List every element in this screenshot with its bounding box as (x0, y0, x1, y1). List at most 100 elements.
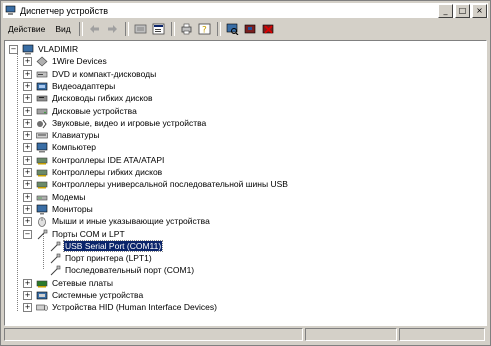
expand-toggle[interactable]: + (23, 167, 32, 177)
expand-toggle[interactable]: + (23, 56, 32, 66)
tree-item-selected[interactable]: USB Serial Port (COM11) (49, 240, 164, 252)
back-icon[interactable] (87, 22, 103, 36)
toolbar-separator (170, 22, 175, 36)
computer-icon (22, 44, 34, 55)
usb-key-icon (36, 56, 48, 67)
tree-item[interactable]: + Контроллеры универсальной последователь… (23, 178, 289, 190)
update-icon[interactable] (243, 22, 259, 36)
device-manager-window: Диспетчер устройств _ □ × Действие Вид ? (0, 0, 491, 346)
up-icon[interactable] (133, 22, 149, 36)
display-adapter-icon (36, 81, 48, 92)
expand-toggle[interactable]: + (23, 118, 32, 128)
expand-toggle[interactable]: + (23, 106, 32, 116)
maximize-button[interactable]: □ (455, 4, 470, 18)
tree-item[interactable]: + Устройства HID (Human Interface Devices… (23, 301, 218, 313)
tree-item[interactable]: + Модемы (23, 191, 86, 203)
tree-item-label: Контроллеры IDE ATA/ATAPI (52, 155, 165, 165)
menu-view[interactable]: Вид (50, 24, 75, 34)
device-tree[interactable]: − VLADIMIR +1Wire Devices + DVD и компакт-… (4, 40, 487, 326)
toolbar-separator (124, 22, 129, 36)
expand-toggle[interactable]: + (23, 130, 32, 140)
tree-connector-line (17, 53, 18, 311)
tree-item[interactable]: + Дисковые устройства (23, 105, 138, 117)
toolbar: Действие Вид ? (3, 19, 488, 39)
tree-item-label: Мыши и иные указывающие устройства (52, 216, 210, 226)
expand-toggle[interactable]: + (23, 290, 32, 300)
collapse-toggle[interactable]: − (23, 229, 32, 239)
status-panel-tertiary (398, 328, 485, 341)
tree-item[interactable]: + Мониторы (23, 203, 94, 215)
tree-item[interactable]: − Порты COM и LPT (23, 228, 126, 240)
tree-item[interactable]: + Клавиатуры (23, 129, 100, 141)
svg-text:?: ? (202, 26, 207, 36)
floppy-controller-icon (36, 167, 48, 178)
collapse-toggle[interactable]: − (9, 44, 18, 54)
tree-item-label: Звуковые, видео и игровые устройства (52, 118, 207, 128)
tree-item[interactable]: + Системные устройства (23, 289, 144, 301)
tree-item[interactable]: + Сетевые платы (23, 277, 114, 289)
floppy-icon (36, 93, 48, 104)
expand-toggle[interactable]: + (23, 142, 32, 152)
tree-item[interactable]: + Контроллеры IDE ATA/ATAPI (23, 154, 165, 166)
tree-item-label: Контроллеры гибких дисков (52, 167, 163, 177)
expand-toggle[interactable]: + (23, 204, 32, 214)
port-icon (49, 241, 61, 252)
port-icon (49, 265, 61, 276)
tree-item[interactable]: + Мыши и иные указывающие устройства (23, 215, 211, 227)
expand-toggle[interactable]: + (23, 302, 32, 312)
network-card-icon (36, 278, 48, 289)
tree-item[interactable]: + Контроллеры гибких дисков (23, 166, 163, 178)
expand-toggle[interactable]: + (23, 179, 32, 189)
minimize-button[interactable]: _ (438, 4, 453, 18)
tree-root-label: VLADIMIR (38, 44, 79, 54)
tree-item[interactable]: + Звуковые, видео и игровые устройства (23, 117, 207, 129)
tree-child-label: Порт принтера (LPT1) (65, 253, 152, 263)
expand-toggle[interactable]: + (23, 278, 32, 288)
tree-item[interactable]: + Дисководы гибких дисков (23, 92, 154, 104)
hid-icon (36, 302, 48, 313)
hard-disk-icon (36, 106, 48, 117)
expand-toggle[interactable]: + (23, 93, 32, 103)
uninstall-icon[interactable] (261, 22, 277, 36)
usb-controller-icon (36, 179, 48, 190)
port-icon (49, 253, 61, 264)
tree-item[interactable]: +1Wire Devices (23, 55, 108, 67)
tree-item[interactable]: + DVD и компакт-дисководы (23, 68, 157, 80)
expand-toggle[interactable]: + (23, 81, 32, 91)
tree-item-label: Видеоадаптеры (52, 81, 116, 91)
title-bar[interactable]: Диспетчер устройств _ □ × (3, 3, 488, 18)
close-button[interactable]: × (472, 4, 487, 18)
mouse-icon (36, 216, 48, 227)
ide-controller-icon (36, 155, 48, 166)
tree-item[interactable]: + Компьютер (23, 141, 97, 153)
help-icon[interactable]: ? (197, 22, 213, 36)
tree-item-label: DVD и компакт-дисководы (52, 69, 157, 79)
tree-item-label: Порты COM и LPT (52, 229, 125, 239)
cdrom-icon (36, 69, 48, 80)
scan-icon[interactable] (225, 22, 241, 36)
tree-child-item[interactable]: Последовательный порт (COM1) (49, 264, 195, 276)
window-title: Диспетчер устройств (20, 5, 108, 16)
forward-icon[interactable] (105, 22, 121, 36)
menu-action[interactable]: Действие (3, 24, 50, 34)
sound-icon (36, 118, 48, 129)
toolbar-separator (78, 22, 83, 36)
expand-toggle[interactable]: + (23, 216, 32, 226)
expand-toggle[interactable]: + (23, 69, 32, 79)
properties-icon[interactable] (151, 22, 167, 36)
modem-icon (36, 192, 48, 203)
tree-item-label: 1Wire Devices (52, 56, 107, 66)
computer-icon (36, 142, 48, 153)
tree-item-label: Клавиатуры (52, 130, 100, 140)
print-icon[interactable] (179, 22, 195, 36)
tree-item-label: Устройства HID (Human Interface Devices) (52, 302, 217, 312)
system-device-icon (36, 290, 48, 301)
tree-child-item[interactable]: Порт принтера (LPT1) (49, 252, 153, 264)
tree-item-label: Модемы (52, 192, 86, 202)
expand-toggle[interactable]: + (23, 155, 32, 165)
expand-toggle[interactable]: + (23, 192, 32, 202)
tree-item[interactable]: + Видеоадаптеры (23, 80, 116, 92)
tree-root[interactable]: − VLADIMIR (9, 43, 79, 55)
tree-item-label: Дисковые устройства (52, 106, 137, 116)
tree-child-label: Последовательный порт (COM1) (65, 265, 195, 275)
